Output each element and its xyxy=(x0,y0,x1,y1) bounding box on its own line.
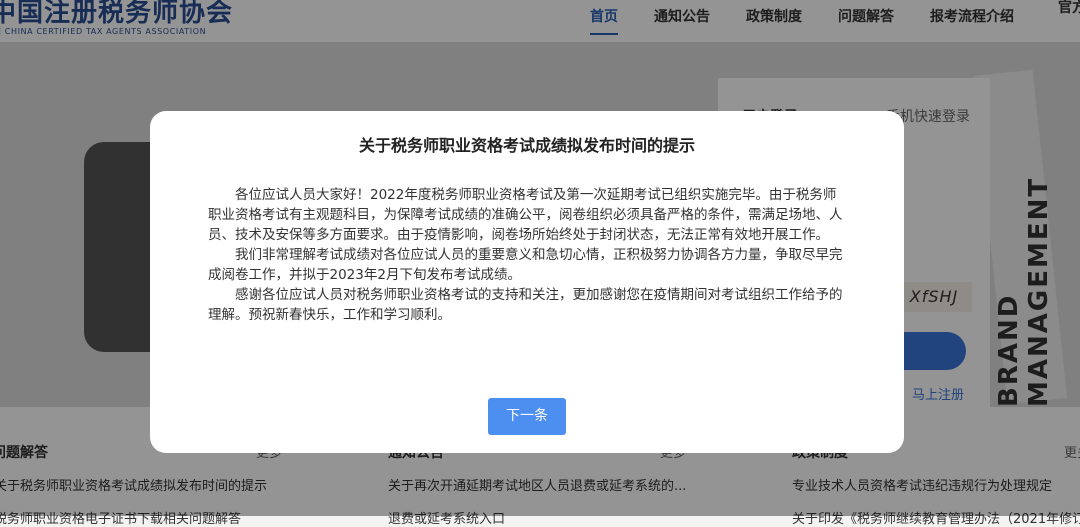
notice-modal: 关于税务师职业资格考试成绩拟发布时间的提示 各位应试人员大家好！2022年度税务… xyxy=(150,111,904,453)
modal-title: 关于税务师职业资格考试成绩拟发布时间的提示 xyxy=(358,136,695,155)
modal-paragraph: 我们非常理解考试成绩对各位应试人员的重要意义和急切心情，正积极努力协调各方力量，… xyxy=(208,247,843,283)
modal-paragraph: 各位应试人员大家好！2022年度税务师职业资格考试及第一次延期考试已组织实施完毕… xyxy=(208,187,843,243)
next-notice-button[interactable]: 下一条 xyxy=(488,398,566,435)
modal-body: 各位应试人员大家好！2022年度税务师职业资格考试及第一次延期考试已组织实施完毕… xyxy=(208,185,848,325)
modal-paragraph: 感谢各位应试人员对税务师职业资格考试的支持和关注，更加感谢您在疫情期间对考试组织… xyxy=(208,287,843,323)
